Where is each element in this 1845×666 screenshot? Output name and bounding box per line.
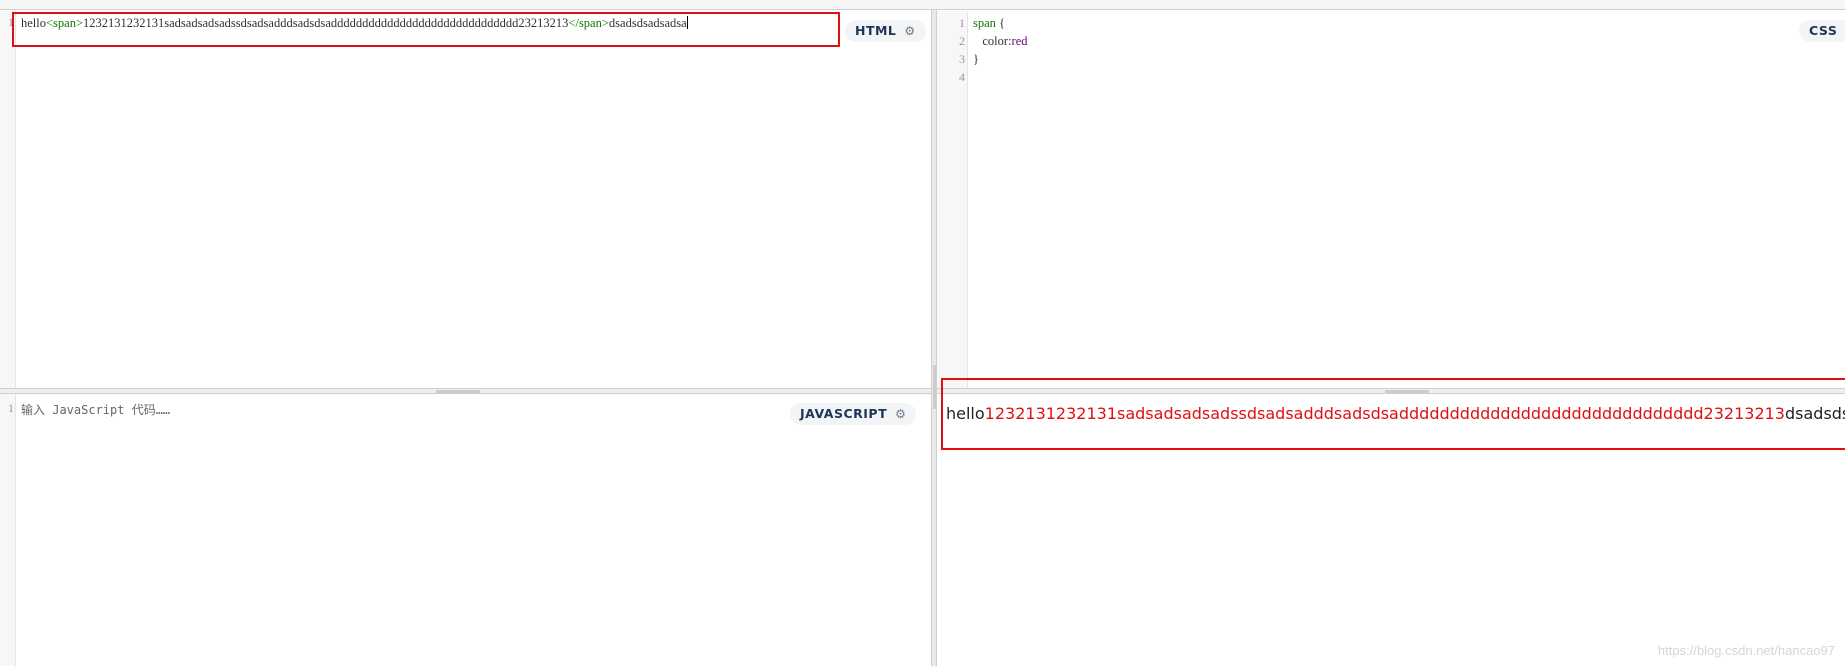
css-editor-pane[interactable]: 1 2 3 4 span { color:red } CSS: [937, 11, 1845, 388]
line-number: 4: [959, 70, 965, 84]
js-placeholder: 输入 JavaScript 代码……: [21, 403, 171, 417]
gear-icon[interactable]: ⚙: [904, 20, 915, 42]
watermark: https://blog.csdn.net/hancao97: [1657, 643, 1835, 658]
line-number: 1: [959, 16, 965, 30]
css-brace: }: [973, 52, 979, 66]
js-settings-badge[interactable]: JAVASCRIPT ⚙: [790, 403, 917, 425]
css-gutter: 1 2 3 4: [937, 11, 968, 388]
css-code-line-2[interactable]: color:red: [973, 34, 1028, 49]
css-code-line-1[interactable]: span {: [973, 16, 1005, 31]
css-selector: span: [973, 16, 996, 30]
css-value: red: [1011, 34, 1028, 48]
gear-icon[interactable]: ⚙: [895, 403, 906, 425]
splitter-grip[interactable]: [933, 365, 936, 409]
badge-label: HTML: [855, 23, 897, 38]
top-bar: [0, 0, 1845, 10]
html-editor-pane[interactable]: 1 hello<span>1232131232131sadsadsadsadss…: [0, 11, 931, 388]
line-number: 2: [959, 34, 965, 48]
splitter-grip[interactable]: [436, 390, 480, 393]
html-gutter: 1: [0, 11, 16, 388]
badge-label: JAVASCRIPT: [800, 406, 888, 421]
css-brace: {: [995, 16, 1006, 30]
html-highlight-box: [12, 12, 840, 47]
result-highlight-box: [941, 378, 1845, 450]
css-property: color:: [973, 34, 1012, 48]
css-code-line-3[interactable]: }: [973, 52, 979, 67]
badge-label: CSS: [1809, 23, 1838, 38]
line-number: 3: [959, 52, 965, 66]
html-settings-badge[interactable]: HTML ⚙: [845, 20, 926, 42]
css-settings-badge[interactable]: CSS: [1799, 20, 1845, 42]
line-number: 1: [8, 401, 14, 415]
js-editor-pane[interactable]: 1 输入 JavaScript 代码…… JAVASCRIPT ⚙: [0, 394, 931, 666]
js-gutter: 1: [0, 394, 16, 666]
